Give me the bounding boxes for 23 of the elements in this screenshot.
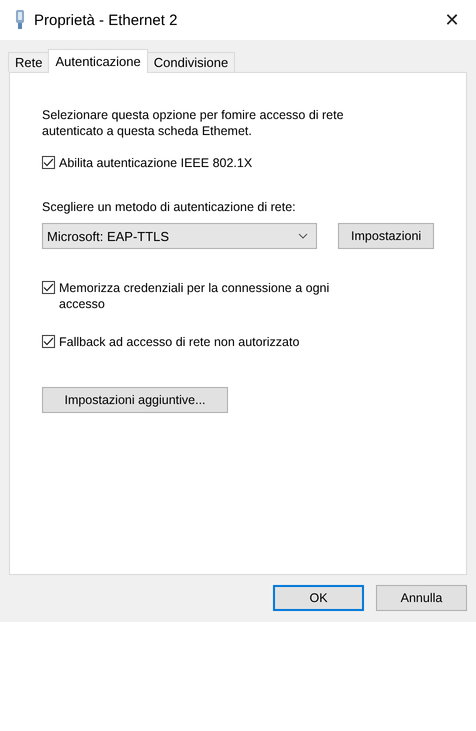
checkbox-label: Memorizza credenziali per la connessione a ogni accesso — [59, 280, 330, 312]
method-label: Scegliere un metodo di autenticazione di rete: — [42, 200, 297, 214]
close-button[interactable]: ✕ — [440, 8, 464, 32]
checkbox[interactable] — [42, 156, 55, 169]
tab[interactable]: Condivisione — [146, 52, 236, 72]
network-adapter-icon — [14, 10, 26, 30]
settings-button[interactable]: Impostazioni — [338, 223, 434, 249]
additional-settings-button[interactable]: Impostazioni aggiuntive... — [42, 387, 228, 413]
description-text: Selezionare questa opzione per fomire accesso di rete autenticato a questa scheda Ethemet. — [42, 107, 345, 139]
checkbox[interactable] — [42, 281, 55, 294]
cancel-button[interactable]: Annulla — [376, 585, 467, 611]
checkbox-label: Abilita autenticazione IEEE 802.1X — [59, 155, 252, 171]
check-icon — [43, 158, 54, 167]
ok-button[interactable]: OK — [273, 585, 364, 611]
checkbox[interactable] — [42, 335, 55, 348]
tab[interactable]: Autenticazione — [48, 49, 148, 73]
check-icon — [43, 337, 54, 346]
window-title: Proprietà - Ethernet 2 — [34, 12, 178, 28]
tab[interactable]: Rete — [8, 52, 50, 72]
check-icon — [43, 283, 54, 292]
method-dropdown[interactable]: Microsoft: EAP-TTLS — [42, 223, 318, 249]
checkbox-label: Fallback ad accesso di rete non autorizzato — [59, 334, 300, 350]
chevron-down-icon — [298, 233, 308, 239]
